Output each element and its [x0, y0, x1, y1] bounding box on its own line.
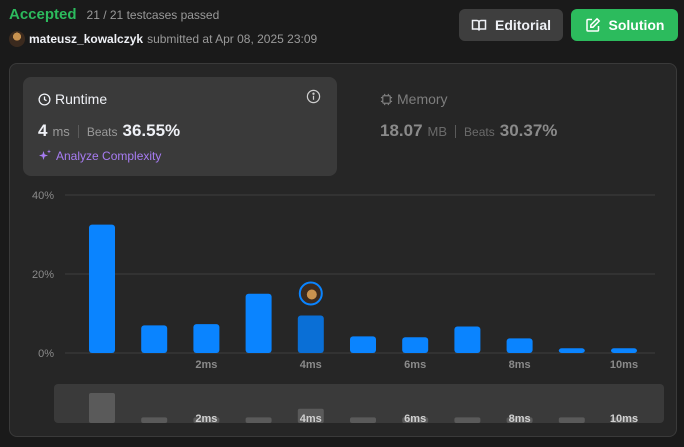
submitter-row: mateusz_kowalczyk submitted at Apr 08, 2…: [9, 31, 317, 47]
chart-bar[interactable]: [506, 338, 533, 353]
overview-tick-label: 6ms: [404, 413, 426, 425]
chart-bar[interactable]: [611, 348, 637, 353]
user-marker: [298, 281, 323, 306]
status-title: Accepted: [9, 6, 77, 23]
username[interactable]: mateusz_kowalczyk: [29, 32, 143, 46]
overview-bars: 2ms 4ms 6ms 8ms 10ms: [89, 393, 638, 425]
x-tick-label: 2ms: [195, 359, 217, 371]
y-tick-label: 40%: [32, 190, 54, 202]
testcases-passed: 21 / 21 testcases passed: [86, 8, 220, 22]
y-tick-label: 20%: [32, 269, 54, 281]
chart-bar[interactable]: [350, 336, 376, 353]
overview-bar[interactable]: [89, 393, 115, 423]
editorial-button[interactable]: Editorial: [459, 9, 563, 41]
chart-bar[interactable]: [402, 337, 429, 353]
overview-tick-label: 4ms: [300, 413, 322, 425]
user-bar[interactable]: [297, 315, 324, 353]
x-tick-label: 4ms: [300, 359, 322, 371]
overview-bar[interactable]: [558, 417, 585, 423]
y-axis-ticks: 40% 20% 0%: [32, 190, 54, 360]
overview-bar[interactable]: [245, 417, 272, 423]
runtime-distribution-chart[interactable]: 40% 20% 0% 2ms 4ms 6ms 8ms 10ms 2ms 4ms 6ms 8ms 10…: [10, 64, 678, 438]
book-icon: [471, 19, 487, 31]
chart-bar[interactable]: [89, 224, 115, 353]
chart-bar[interactable]: [193, 324, 220, 353]
submission-status: Accepted 21 / 21 testcases passed: [9, 6, 219, 23]
y-tick-label: 0%: [38, 348, 54, 360]
avatar[interactable]: [9, 31, 25, 47]
edit-icon: [585, 17, 600, 32]
chart-bars: [89, 224, 637, 353]
x-tick-label: 10ms: [610, 359, 638, 371]
overview-tick-label: 2ms: [195, 413, 217, 425]
editorial-label: Editorial: [494, 17, 551, 33]
submitted-time: submitted at Apr 08, 2025 23:09: [147, 32, 318, 46]
result-panel: Runtime 4 ms Beats 36.55% Analyze Comple…: [9, 63, 677, 437]
chart-bar[interactable]: [245, 293, 272, 353]
chart-bar[interactable]: [454, 326, 481, 353]
chart-bar[interactable]: [558, 348, 585, 353]
solution-label: Solution: [608, 17, 665, 33]
x-tick-label: 6ms: [404, 359, 426, 371]
overview-bar[interactable]: [454, 417, 481, 423]
x-tick-label: 8ms: [509, 359, 531, 371]
chart-bar[interactable]: [141, 325, 168, 353]
overview-bar[interactable]: [141, 417, 168, 423]
solution-button[interactable]: Solution: [571, 9, 678, 41]
overview-bar[interactable]: [350, 417, 376, 423]
overview-tick-label: 8ms: [509, 413, 531, 425]
overview-tick-label: 10ms: [610, 413, 638, 425]
x-axis-ticks: 2ms 4ms 6ms 8ms 10ms: [195, 359, 638, 371]
avatar-face: [306, 289, 317, 300]
